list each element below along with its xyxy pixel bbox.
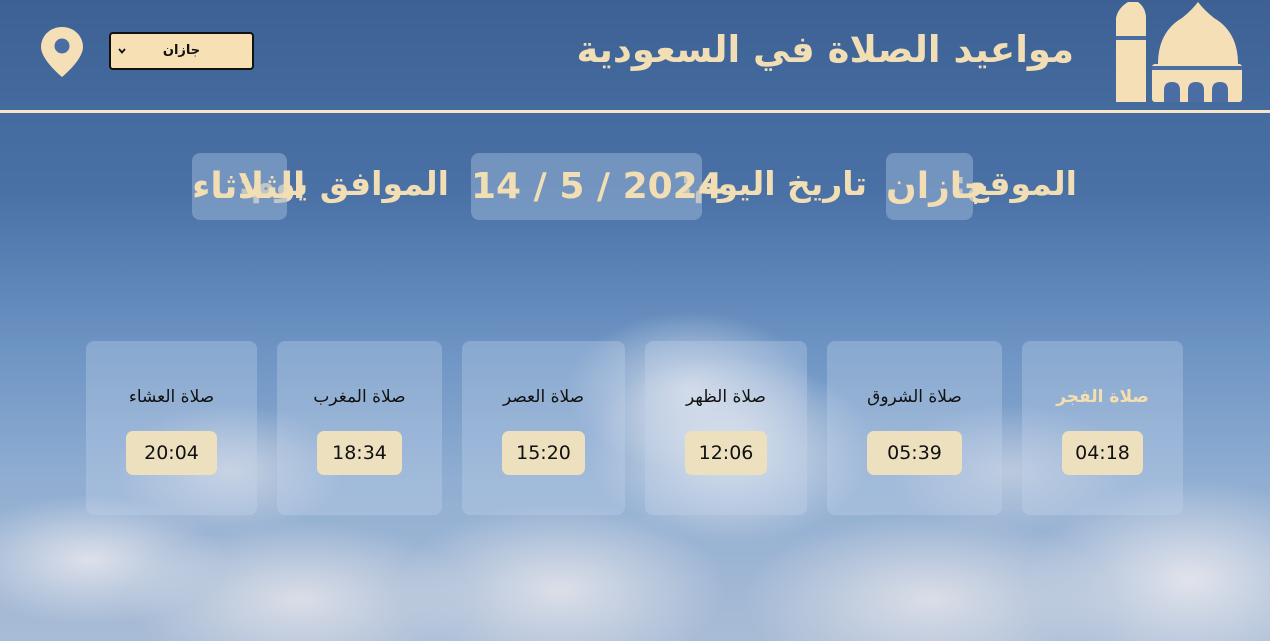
prayer-time: 20:04 — [126, 431, 217, 475]
prayer-time: 15:20 — [502, 431, 585, 475]
prayer-name: صلاة الفجر — [1056, 387, 1149, 407]
city-select[interactable]: جازان — [109, 32, 254, 70]
prayer-time: 12:06 — [685, 431, 767, 475]
prayer-card-asr: صلاة العصر 15:20 — [462, 341, 625, 515]
prayer-times-page: مواعيد الصلاة في السعودية جازان الموقع: … — [0, 0, 1270, 641]
date-value: 14 / 5 / 2024 — [471, 153, 723, 220]
day-value: الثلاثاء — [192, 153, 305, 220]
prayer-name: صلاة المغرب — [313, 387, 406, 407]
prayer-time: 05:39 — [867, 431, 962, 475]
location-value: جازان — [886, 153, 989, 220]
prayer-name: صلاة الشروق — [867, 387, 962, 407]
page-title: مواعيد الصلاة في السعودية — [576, 28, 1074, 71]
header: مواعيد الصلاة في السعودية جازان — [0, 0, 1270, 110]
prayer-name: صلاة العصر — [502, 387, 585, 407]
header-divider — [0, 110, 1270, 113]
prayer-card-sunrise: صلاة الشروق 05:39 — [827, 341, 1002, 515]
prayer-card-fajr: صلاة الفجر 04:18 — [1022, 341, 1183, 515]
prayer-card-maghrib: صلاة المغرب 18:34 — [277, 341, 442, 515]
prayer-name: صلاة الظهر — [686, 387, 766, 407]
info-row: الموقع: جازان تاريخ اليوم: 14 / 5 / 2024… — [0, 150, 1270, 222]
mosque-icon — [1116, 2, 1242, 102]
prayer-time: 18:34 — [317, 431, 402, 475]
prayer-card-dhuhr: صلاة الظهر 12:06 — [645, 341, 807, 515]
map-pin-icon[interactable] — [40, 26, 84, 78]
prayer-name: صلاة العشاء — [128, 387, 215, 407]
city-select-value: جازان — [162, 43, 201, 58]
prayer-card-isha: صلاة العشاء 20:04 — [86, 341, 257, 515]
prayer-time: 04:18 — [1062, 431, 1143, 475]
